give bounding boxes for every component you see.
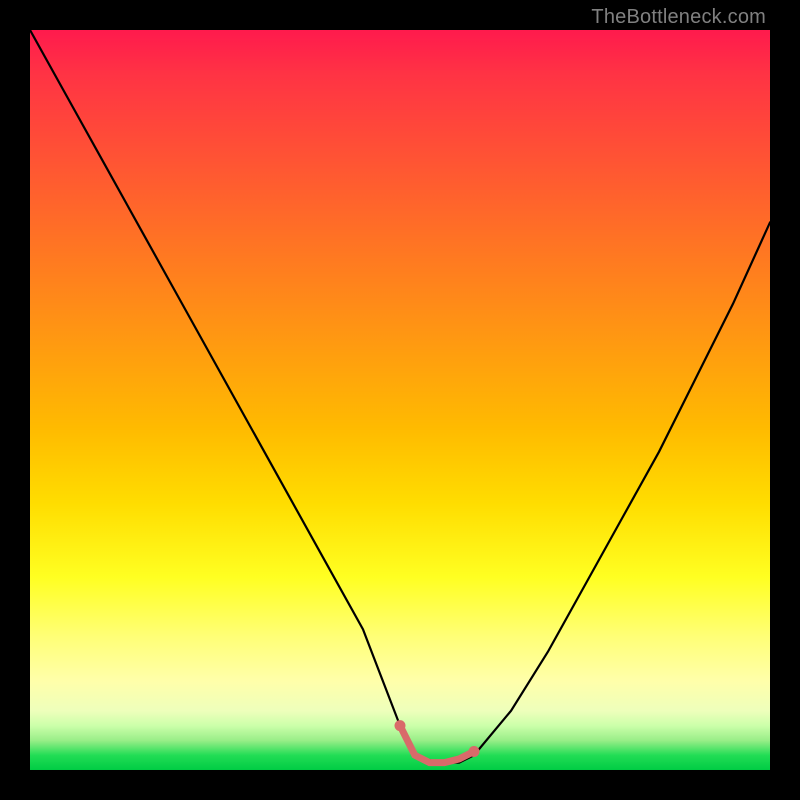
plot-area <box>30 30 770 770</box>
chart-container: TheBottleneck.com <box>0 0 800 800</box>
valley-highlight-path <box>400 726 474 763</box>
bottleneck-curve-path <box>30 30 770 763</box>
watermark-text: TheBottleneck.com <box>591 6 766 29</box>
valley-endpoint-dot <box>395 720 406 731</box>
valley-endpoint-dot <box>469 746 480 757</box>
curve-svg <box>30 30 770 770</box>
